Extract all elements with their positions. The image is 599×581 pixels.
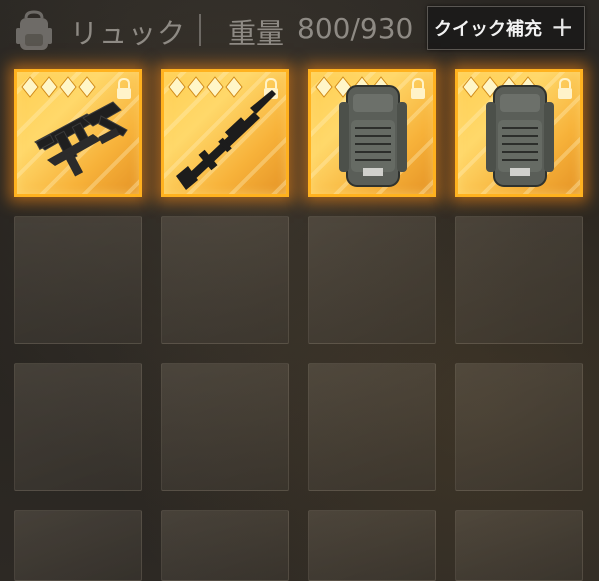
inventory-slot-empty[interactable] bbox=[14, 363, 142, 491]
inventory-header: リュック 重量 800/930 クイック補充 + bbox=[0, 0, 599, 62]
backpack-item-icon bbox=[486, 85, 554, 187]
inventory-slot-empty[interactable] bbox=[14, 510, 142, 581]
header-divider bbox=[199, 14, 201, 46]
weight-label: 重量 bbox=[228, 17, 285, 50]
inventory-slot-empty[interactable] bbox=[308, 510, 436, 581]
quick-refill-label: クイック補充 bbox=[434, 19, 542, 40]
inventory-title: リュック bbox=[70, 17, 187, 50]
backpack-item-icon bbox=[339, 85, 407, 187]
submachine-gun-icon bbox=[34, 101, 128, 177]
inventory-slot-empty[interactable] bbox=[161, 510, 289, 581]
inventory-slot-empty[interactable] bbox=[455, 363, 583, 491]
quick-refill-button[interactable]: クイック補充 + bbox=[427, 6, 585, 50]
inventory-slot-empty[interactable] bbox=[161, 216, 289, 344]
inventory-slot-empty[interactable] bbox=[455, 216, 583, 344]
assault-rifle-icon bbox=[176, 90, 276, 190]
inventory-slot-empty[interactable] bbox=[308, 216, 436, 344]
inventory-slot-empty[interactable] bbox=[14, 216, 142, 344]
plus-icon: + bbox=[550, 10, 574, 43]
inventory-slot-1[interactable] bbox=[14, 69, 142, 197]
inventory-slot-3[interactable] bbox=[308, 69, 436, 197]
backpack-icon bbox=[16, 10, 52, 50]
inventory-slot-2[interactable] bbox=[161, 69, 289, 197]
inventory-slot-4[interactable] bbox=[455, 69, 583, 197]
inventory-slot-empty[interactable] bbox=[455, 510, 583, 581]
inventory-slot-empty[interactable] bbox=[308, 363, 436, 491]
weight-value: 800/930 bbox=[297, 12, 414, 45]
inventory-slot-empty[interactable] bbox=[161, 363, 289, 491]
